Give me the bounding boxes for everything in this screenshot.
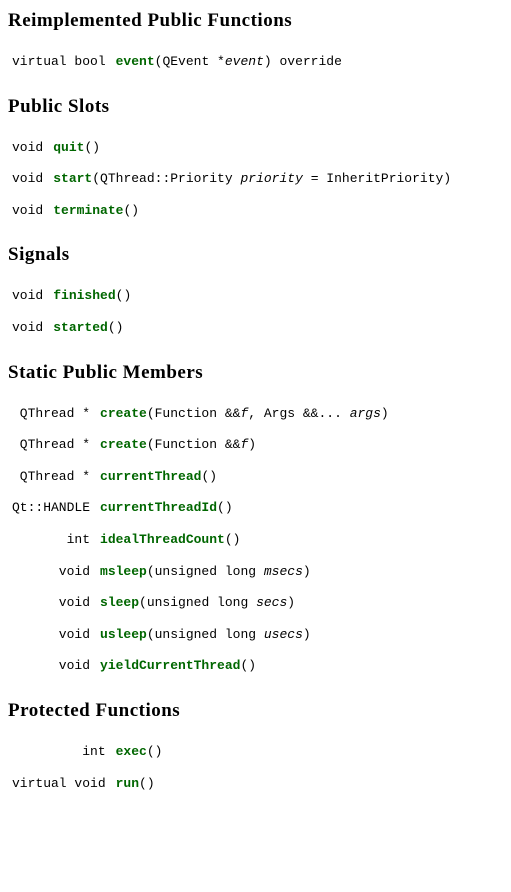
return-type: void bbox=[8, 556, 100, 588]
return-type: void bbox=[8, 650, 100, 682]
return-type: int bbox=[8, 524, 100, 556]
table-row: voidmsleep(unsigned long msecs) bbox=[8, 556, 399, 588]
function-signature: event(QEvent *event) override bbox=[116, 46, 352, 78]
member-table-protected-functions: intexec()virtual voidrun() bbox=[8, 736, 172, 799]
function-signature: quit() bbox=[53, 132, 461, 164]
table-row: virtual voidrun() bbox=[8, 768, 172, 800]
return-type: void bbox=[8, 132, 53, 164]
function-signature: yieldCurrentThread() bbox=[100, 650, 399, 682]
function-name-link[interactable]: yieldCurrentThread bbox=[100, 658, 240, 673]
section-heading-static-public-members: Static Public Members bbox=[8, 362, 503, 384]
table-row: voidusleep(unsigned long usecs) bbox=[8, 619, 399, 651]
function-name-link[interactable]: usleep bbox=[100, 627, 147, 642]
return-type: QThread * bbox=[8, 429, 100, 461]
function-params: (QEvent *event) override bbox=[155, 54, 342, 69]
return-type: int bbox=[8, 736, 116, 768]
function-params: () bbox=[123, 203, 139, 218]
function-name-link[interactable]: run bbox=[116, 776, 139, 791]
function-signature: create(Function &&f) bbox=[100, 429, 399, 461]
table-row: intidealThreadCount() bbox=[8, 524, 399, 556]
function-name-link[interactable]: finished bbox=[53, 288, 115, 303]
function-signature: msleep(unsigned long msecs) bbox=[100, 556, 399, 588]
member-table-public-slots: voidquit()voidstart(QThread::Priority pr… bbox=[8, 132, 461, 227]
function-name-link[interactable]: create bbox=[100, 406, 147, 421]
function-signature: create(Function &&f, Args &&... args) bbox=[100, 398, 399, 430]
function-params: () bbox=[139, 776, 155, 791]
function-signature: exec() bbox=[116, 736, 173, 768]
section-heading-public-slots: Public Slots bbox=[8, 96, 503, 118]
return-type: virtual bool bbox=[8, 46, 116, 78]
function-params: (unsigned long secs) bbox=[139, 595, 295, 610]
function-signature: usleep(unsigned long usecs) bbox=[100, 619, 399, 651]
section-heading-reimplemented-public-functions: Reimplemented Public Functions bbox=[8, 10, 503, 32]
function-params: (QThread::Priority priority = InheritPri… bbox=[92, 171, 451, 186]
function-name-link[interactable]: start bbox=[53, 171, 92, 186]
function-name-link[interactable]: exec bbox=[116, 744, 147, 759]
return-type: void bbox=[8, 587, 100, 619]
function-params: () bbox=[116, 288, 132, 303]
return-type: Qt::HANDLE bbox=[8, 492, 100, 524]
api-doc-content: Reimplemented Public Functions virtual bo… bbox=[8, 10, 503, 799]
function-params: () bbox=[108, 320, 124, 335]
function-params: (Function &&f) bbox=[147, 437, 256, 452]
function-name-link[interactable]: sleep bbox=[100, 595, 139, 610]
table-row: QThread *currentThread() bbox=[8, 461, 399, 493]
function-signature: finished() bbox=[53, 280, 141, 312]
function-signature: currentThreadId() bbox=[100, 492, 399, 524]
function-signature: idealThreadCount() bbox=[100, 524, 399, 556]
table-row: voidquit() bbox=[8, 132, 461, 164]
return-type: virtual void bbox=[8, 768, 116, 800]
function-name-link[interactable]: terminate bbox=[53, 203, 123, 218]
function-params: () bbox=[147, 744, 163, 759]
function-name-link[interactable]: started bbox=[53, 320, 108, 335]
function-name-link[interactable]: currentThreadId bbox=[100, 500, 217, 515]
function-name-link[interactable]: quit bbox=[53, 140, 84, 155]
function-name-link[interactable]: currentThread bbox=[100, 469, 201, 484]
member-table-signals: voidfinished()voidstarted() bbox=[8, 280, 141, 343]
function-params: () bbox=[84, 140, 100, 155]
table-row: virtual boolevent(QEvent *event) overrid… bbox=[8, 46, 352, 78]
member-table-static-public-members: QThread *create(Function &&f, Args &&...… bbox=[8, 398, 399, 682]
function-params: (unsigned long usecs) bbox=[147, 627, 311, 642]
function-params: () bbox=[225, 532, 241, 547]
function-params: () bbox=[201, 469, 217, 484]
function-name-link[interactable]: msleep bbox=[100, 564, 147, 579]
return-type: void bbox=[8, 163, 53, 195]
function-signature: started() bbox=[53, 312, 141, 344]
function-params: () bbox=[240, 658, 256, 673]
function-params: (unsigned long msecs) bbox=[147, 564, 311, 579]
table-row: voidstarted() bbox=[8, 312, 141, 344]
table-row: voidterminate() bbox=[8, 195, 461, 227]
section-heading-signals: Signals bbox=[8, 244, 503, 266]
return-type: void bbox=[8, 195, 53, 227]
member-table-reimplemented-public-functions: virtual boolevent(QEvent *event) overrid… bbox=[8, 46, 352, 78]
table-row: Qt::HANDLEcurrentThreadId() bbox=[8, 492, 399, 524]
return-type: void bbox=[8, 280, 53, 312]
table-row: QThread *create(Function &&f, Args &&...… bbox=[8, 398, 399, 430]
table-row: QThread *create(Function &&f) bbox=[8, 429, 399, 461]
function-signature: terminate() bbox=[53, 195, 461, 227]
function-signature: start(QThread::Priority priority = Inher… bbox=[53, 163, 461, 195]
table-row: voidstart(QThread::Priority priority = I… bbox=[8, 163, 461, 195]
table-row: voidyieldCurrentThread() bbox=[8, 650, 399, 682]
function-name-link[interactable]: event bbox=[116, 54, 155, 69]
function-signature: run() bbox=[116, 768, 173, 800]
function-signature: currentThread() bbox=[100, 461, 399, 493]
table-row: intexec() bbox=[8, 736, 172, 768]
return-type: void bbox=[8, 312, 53, 344]
function-params: (Function &&f, Args &&... args) bbox=[147, 406, 389, 421]
function-params: () bbox=[217, 500, 233, 515]
table-row: voidsleep(unsigned long secs) bbox=[8, 587, 399, 619]
return-type: QThread * bbox=[8, 461, 100, 493]
section-heading-protected-functions: Protected Functions bbox=[8, 700, 503, 722]
return-type: void bbox=[8, 619, 100, 651]
function-name-link[interactable]: idealThreadCount bbox=[100, 532, 225, 547]
function-signature: sleep(unsigned long secs) bbox=[100, 587, 399, 619]
function-name-link[interactable]: create bbox=[100, 437, 147, 452]
table-row: voidfinished() bbox=[8, 280, 141, 312]
return-type: QThread * bbox=[8, 398, 100, 430]
